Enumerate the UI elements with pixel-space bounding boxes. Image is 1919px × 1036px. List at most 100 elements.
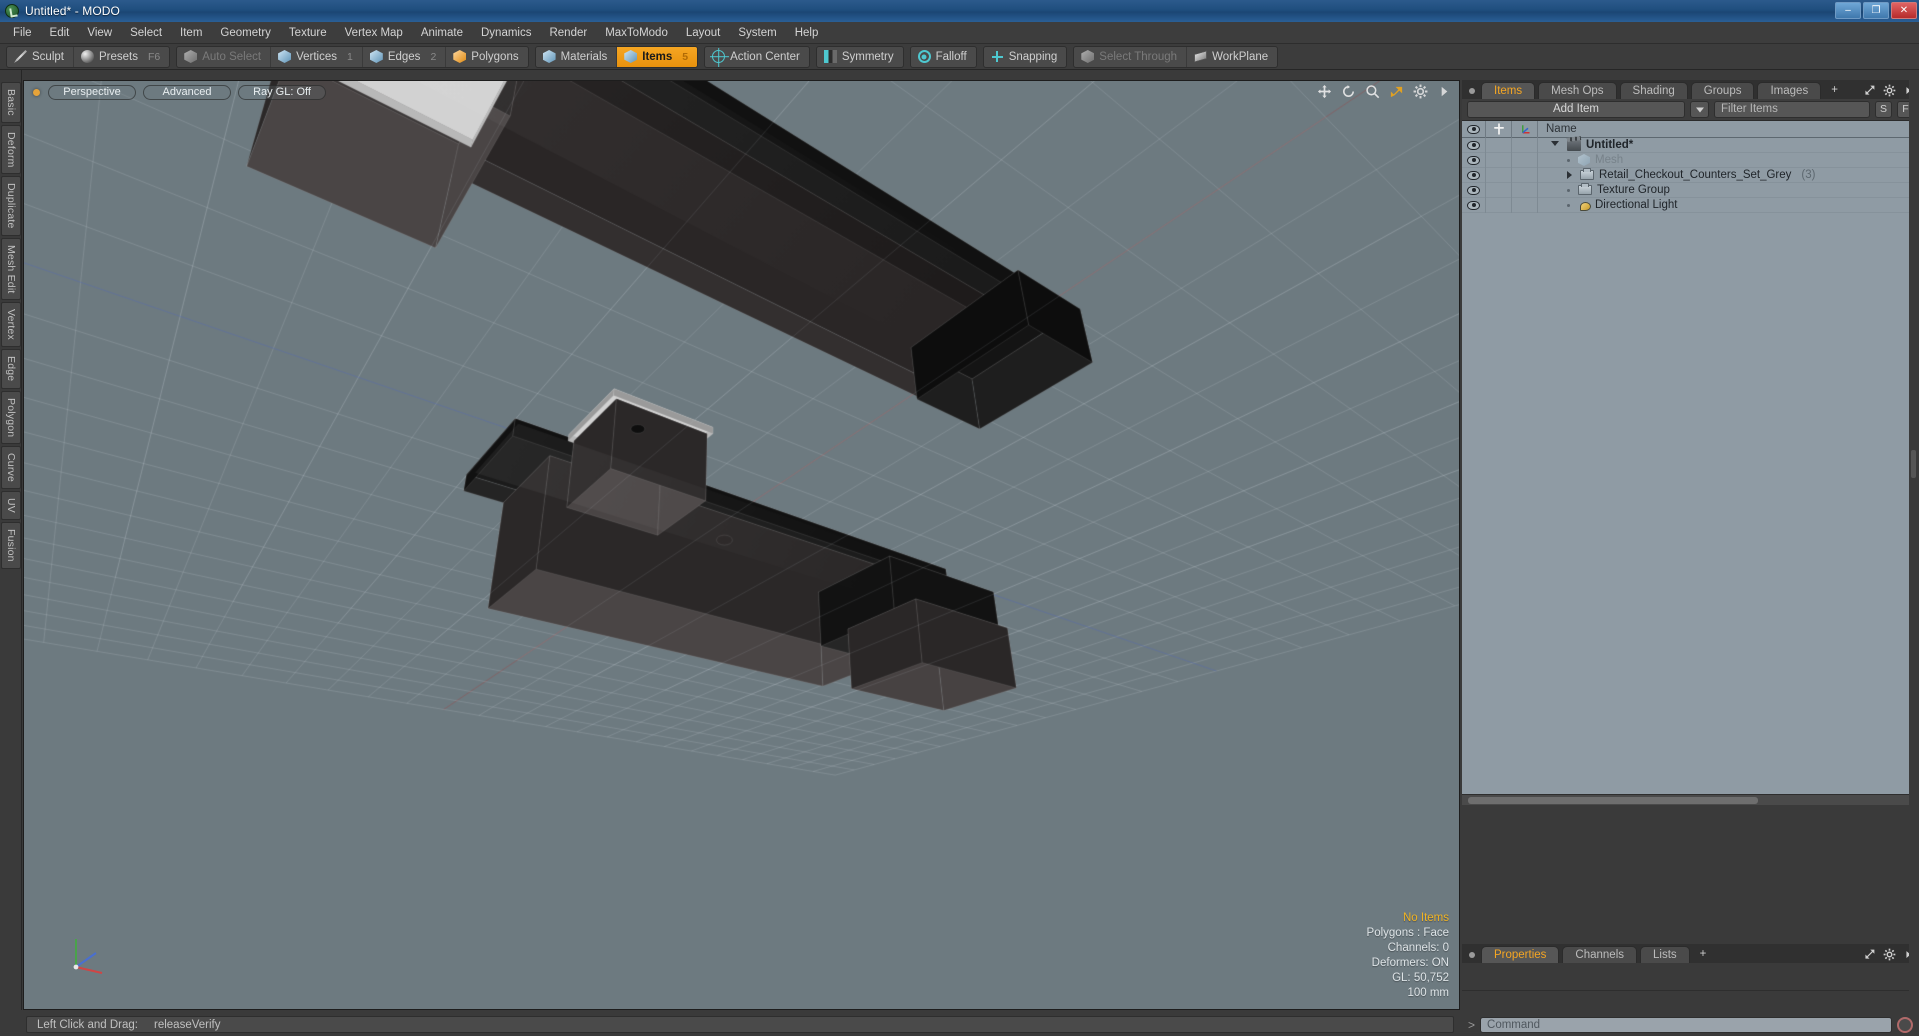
row-visibility-toggle[interactable] [1462, 137, 1486, 153]
minimize-button[interactable]: – [1835, 2, 1861, 19]
gear-icon[interactable] [1883, 84, 1896, 97]
gear-icon[interactable] [1413, 84, 1428, 99]
scrollbar-thumb[interactable] [1468, 797, 1758, 804]
row-visibility-toggle[interactable] [1462, 167, 1486, 183]
menu-animate[interactable]: Animate [412, 24, 472, 42]
command-input[interactable]: Command [1480, 1016, 1892, 1033]
menu-edit[interactable]: Edit [41, 24, 79, 42]
sidebar-tab-edge[interactable]: Edge [1, 349, 21, 389]
row-lock-toggle[interactable] [1486, 182, 1512, 198]
tab-properties[interactable]: Properties [1481, 946, 1560, 963]
sidebar-tab-polygon[interactable]: Polygon [1, 390, 21, 445]
maximize-button[interactable]: ❐ [1863, 2, 1889, 19]
toolbar-auto-select-button[interactable]: Auto Select [177, 46, 272, 67]
toolbar-sculpt-button[interactable]: Sculpt [7, 46, 74, 67]
items-tree[interactable]: Untitled* Mesh Retail_Checkout_Counters_Se… [1462, 137, 1919, 794]
tree-row[interactable]: Mesh [1462, 152, 1919, 168]
tree-row[interactable]: Texture Group [1462, 182, 1919, 198]
expander-open-icon[interactable] [1551, 140, 1559, 150]
toolbar-action-center-button[interactable]: Action Center [705, 47, 809, 67]
menu-view[interactable]: View [78, 24, 121, 42]
row-visibility-toggle[interactable] [1462, 182, 1486, 198]
toolbar-materials-button[interactable]: Materials [536, 46, 618, 67]
toolbar-presets-button[interactable]: Presets F6 [74, 47, 169, 67]
tab-lists[interactable]: Lists [1640, 946, 1690, 963]
panel-expand-icon[interactable] [1863, 948, 1876, 961]
row-name-cell[interactable]: Untitled* [1538, 138, 1633, 153]
menu-dynamics[interactable]: Dynamics [472, 24, 540, 42]
tab-mesh-ops[interactable]: Mesh Ops [1538, 82, 1617, 99]
sidebar-tab-vertex[interactable]: Vertex [1, 302, 21, 348]
view-mode-selector[interactable]: Perspective [48, 84, 136, 100]
rotate-tool-icon[interactable] [1341, 84, 1356, 99]
row-visibility-toggle[interactable] [1462, 152, 1486, 168]
row-name-cell[interactable]: Directional Light [1538, 198, 1677, 213]
row-name-cell[interactable]: Mesh [1538, 153, 1623, 168]
row-lock-toggle[interactable] [1486, 137, 1512, 153]
row-axis-toggle[interactable] [1512, 167, 1538, 183]
items-tree-hscrollbar[interactable] [1462, 794, 1919, 805]
tree-row[interactable]: Retail_Checkout_Counters_Set_Grey (3) [1462, 167, 1919, 183]
panel-resize-grip[interactable] [1911, 450, 1916, 478]
row-visibility-toggle[interactable] [1462, 197, 1486, 213]
row-name-cell[interactable]: Retail_Checkout_Counters_Set_Grey (3) [1538, 168, 1815, 183]
menu-system[interactable]: System [729, 24, 785, 42]
menu-file[interactable]: File [4, 24, 41, 42]
pan-tool-icon[interactable] [1317, 84, 1332, 99]
row-axis-toggle[interactable] [1512, 152, 1538, 168]
toolbar-vertices-button[interactable]: Vertices 1 [271, 46, 363, 67]
chevron-right-icon[interactable] [1437, 84, 1452, 99]
fit-view-icon[interactable] [1389, 84, 1404, 99]
sidebar-tab-curve[interactable]: Curve [1, 446, 21, 490]
sidebar-tab-basic[interactable]: Basic [1, 82, 21, 123]
filter-items-input[interactable]: Filter Items [1714, 101, 1870, 118]
tab-groups[interactable]: Groups [1690, 82, 1755, 99]
gear-icon[interactable] [1883, 948, 1896, 961]
sidebar-tab-uv[interactable]: UV [1, 491, 21, 521]
toolbar-select-through-button[interactable]: Select Through [1074, 46, 1188, 67]
menu-render[interactable]: Render [540, 24, 596, 42]
sidebar-tab-fusion[interactable]: Fusion [1, 522, 21, 569]
row-axis-toggle[interactable] [1512, 137, 1538, 153]
zoom-tool-icon[interactable] [1365, 84, 1380, 99]
raygl-toggle[interactable]: Ray GL: Off [238, 84, 326, 100]
toolbar-edges-button[interactable]: Edges 2 [363, 46, 447, 67]
sidebar-tab-deform[interactable]: Deform [1, 124, 21, 175]
row-axis-toggle[interactable] [1512, 197, 1538, 213]
sidebar-tab-duplicate[interactable]: Duplicate [1, 176, 21, 236]
menu-item[interactable]: Item [171, 24, 211, 42]
row-axis-toggle[interactable] [1512, 182, 1538, 198]
menu-layout[interactable]: Layout [677, 24, 730, 42]
row-lock-toggle[interactable] [1486, 197, 1512, 213]
panel-menu-dot-icon[interactable] [1469, 88, 1475, 94]
viewport-render-canvas[interactable] [24, 81, 1459, 1009]
menu-vertex-map[interactable]: Vertex Map [336, 24, 412, 42]
menu-help[interactable]: Help [786, 24, 828, 42]
tree-row[interactable]: Untitled* [1462, 137, 1919, 153]
toolbar-workplane-button[interactable]: WorkPlane [1187, 47, 1277, 67]
toolbar-snapping-button[interactable]: Snapping [984, 47, 1067, 67]
record-icon[interactable] [1897, 1016, 1913, 1033]
row-name-cell[interactable]: Texture Group [1538, 183, 1670, 198]
menu-texture[interactable]: Texture [280, 24, 336, 42]
toolbar-symmetry-button[interactable]: Symmetry [817, 47, 903, 67]
close-button[interactable]: ✕ [1891, 2, 1917, 19]
toolbar-items-button[interactable]: Items 5 [617, 46, 698, 67]
tab-add[interactable]: + [1693, 946, 1714, 963]
toolbar-polygons-button[interactable]: Polygons [446, 47, 527, 67]
add-item-dropdown-arrow[interactable] [1690, 101, 1709, 118]
menu-geometry[interactable]: Geometry [211, 24, 280, 42]
row-lock-toggle[interactable] [1486, 167, 1512, 183]
tab-shading[interactable]: Shading [1619, 82, 1688, 99]
row-lock-toggle[interactable] [1486, 152, 1512, 168]
panel-expand-icon[interactable] [1863, 84, 1876, 97]
3d-viewport[interactable]: No Items Polygons : Face Channels: 0 Def… [23, 80, 1460, 1010]
filter-select-button[interactable]: S [1875, 101, 1892, 118]
tab-channels[interactable]: Channels [1562, 946, 1638, 963]
add-item-button[interactable]: Add Item [1467, 101, 1685, 118]
tab-images[interactable]: Images [1757, 82, 1822, 99]
expander-closed-icon[interactable] [1567, 171, 1572, 179]
tab-items[interactable]: Items [1481, 82, 1536, 99]
menu-select[interactable]: Select [121, 24, 171, 42]
tree-row[interactable]: Directional Light [1462, 197, 1919, 213]
